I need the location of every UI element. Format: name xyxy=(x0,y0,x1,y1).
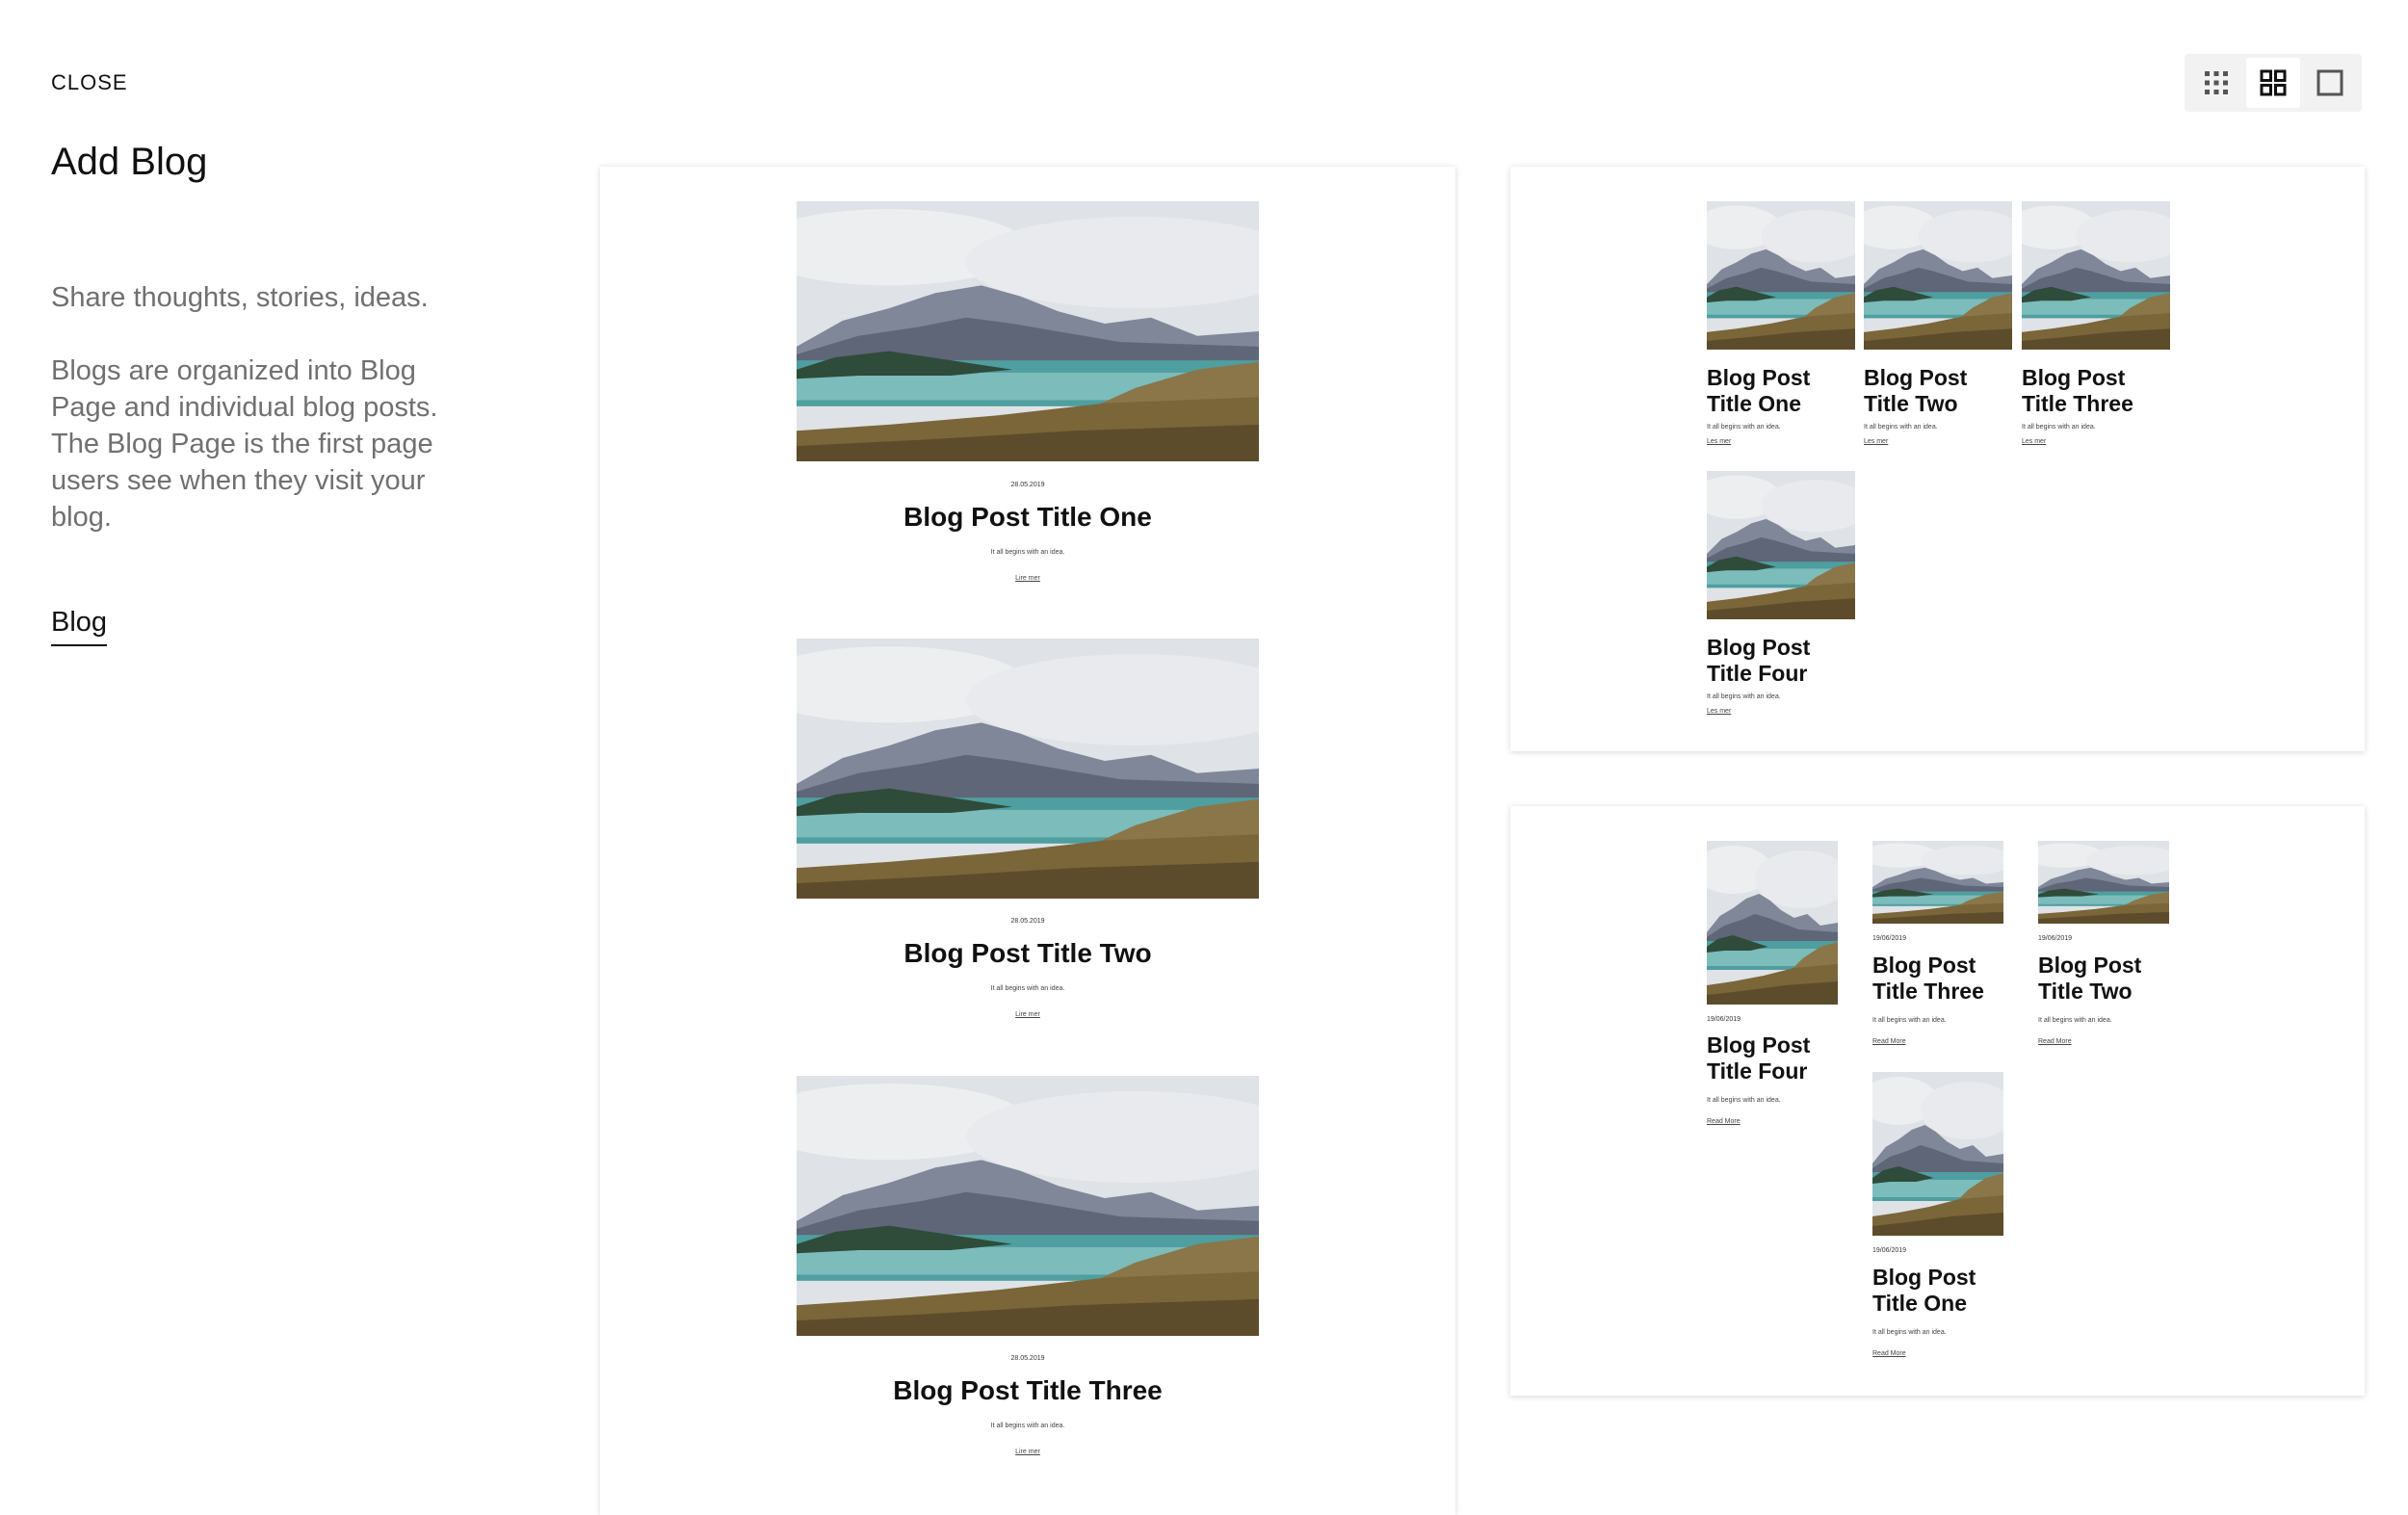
read-more-link: Les mer xyxy=(2022,438,2047,445)
post-date: 19/06/2019 xyxy=(1872,935,1907,942)
read-more-link: Read More xyxy=(1872,1350,1906,1357)
template-card-masonry[interactable]: 19/06/2019 Blog Post Title Four It all b… xyxy=(1510,806,2365,1396)
post-image xyxy=(1707,471,1855,619)
post-excerpt: It all begins with an idea. xyxy=(990,985,1065,992)
post-image xyxy=(1707,841,1838,1005)
post-title: Blog Post Title Three xyxy=(1872,953,1984,1004)
post-image xyxy=(2038,841,2169,924)
post-title: Blog Post Title Two xyxy=(903,938,1152,968)
layout-view-toggle xyxy=(2185,54,2362,112)
post-image xyxy=(797,1076,1259,1336)
panel-description: Blogs are organized into Blog Page and i… xyxy=(51,355,438,533)
post-excerpt: It all begins with an idea. xyxy=(2038,1017,2112,1024)
read-more-link: Lire mer xyxy=(1015,575,1040,582)
read-more-link: Lire mer xyxy=(1015,1011,1040,1018)
post-title: Blog Post Title Two xyxy=(1864,365,1968,416)
read-more-link: Les mer xyxy=(1707,708,1732,715)
large-grid-icon xyxy=(2260,69,2287,96)
post-excerpt: It all begins with an idea. xyxy=(2022,424,2096,431)
post-date: 19/06/2019 xyxy=(1707,1016,1741,1023)
post-excerpt: It all begins with an idea. xyxy=(1707,1097,1781,1104)
post-excerpt: It all begins with an idea. xyxy=(1707,693,1781,700)
large-grid-view-button[interactable] xyxy=(2245,58,2300,108)
post-title: Blog Post Title Three xyxy=(2022,365,2133,416)
panel-tagline: Share thoughts, stories, ideas. xyxy=(51,282,429,313)
read-more-link: Les mer xyxy=(1707,438,1732,445)
post-title: Blog Post Title One xyxy=(903,502,1152,532)
post-title: Blog Post Title Two xyxy=(2038,953,2142,1004)
close-button[interactable]: CLOSE xyxy=(51,70,128,95)
template-card-grid[interactable]: Blog Post Title One It all begins with a… xyxy=(1510,167,2365,751)
post-image xyxy=(1864,201,2012,350)
read-more-link: Les mer xyxy=(1864,438,1889,445)
blog-category-link[interactable]: Blog xyxy=(51,607,108,646)
post-image xyxy=(797,639,1259,899)
post-date: 19/06/2019 xyxy=(1872,1247,1907,1254)
small-grid-icon xyxy=(2205,71,2229,94)
post-date: 28.05.2019 xyxy=(1010,482,1045,488)
post-image xyxy=(2022,201,2170,350)
post-title: Blog Post Title One xyxy=(1872,1265,1976,1316)
single-view-button[interactable] xyxy=(2303,58,2357,108)
post-excerpt: It all begins with an idea. xyxy=(1707,424,1781,431)
post-excerpt: It all begins with an idea. xyxy=(1872,1017,1947,1024)
post-image xyxy=(1872,841,2003,924)
post-title: Blog Post Title Three xyxy=(893,1375,1163,1405)
post-date: 19/06/2019 xyxy=(2038,935,2073,942)
read-more-link: Read More xyxy=(1872,1038,1906,1045)
post-excerpt: It all begins with an idea. xyxy=(1872,1329,1947,1336)
small-grid-view-button[interactable] xyxy=(2189,58,2243,108)
post-image xyxy=(1707,201,1855,350)
read-more-link: Lire mer xyxy=(1015,1449,1040,1455)
single-square-icon xyxy=(2316,69,2343,96)
post-image xyxy=(1872,1072,2003,1236)
post-image xyxy=(797,201,1259,461)
template-card-list[interactable]: 28.05.2019 Blog Post Title One It all be… xyxy=(600,167,1455,1515)
post-date: 28.05.2019 xyxy=(1010,918,1045,925)
post-excerpt: It all begins with an idea. xyxy=(1864,424,1938,431)
post-excerpt: It all begins with an idea. xyxy=(990,1423,1065,1429)
post-title: Blog Post Title One xyxy=(1707,365,1811,416)
post-title: Blog Post Title Four xyxy=(1707,635,1811,686)
post-excerpt: It all begins with an idea. xyxy=(990,549,1065,556)
panel-title: Add Blog xyxy=(51,141,208,183)
post-title: Blog Post Title Four xyxy=(1707,1032,1811,1084)
read-more-link: Read More xyxy=(2038,1038,2072,1045)
post-date: 28.05.2019 xyxy=(1010,1355,1045,1362)
read-more-link: Read More xyxy=(1707,1118,1741,1125)
